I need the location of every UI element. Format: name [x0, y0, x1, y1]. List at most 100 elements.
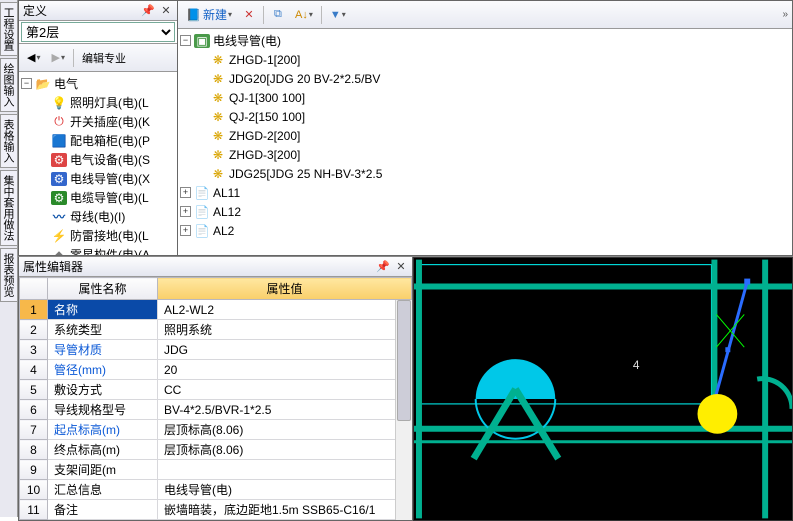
property-row[interactable]: 9支架间距(m	[20, 460, 412, 480]
property-value-cell[interactable]: 层顶标高(8.06)	[158, 440, 412, 460]
floor-select-row: 第2层	[19, 21, 177, 44]
expand-toggle[interactable]: −	[180, 35, 191, 46]
category-tree[interactable]: −📂电气💡照明灯具(电)(L⏻开关插座(电)(K🟦配电箱柜(电)(P⚙电气设备(…	[19, 72, 177, 255]
delete-button[interactable]: ✕	[238, 4, 260, 26]
switch-icon: ⏻	[51, 115, 67, 129]
filter-button[interactable]: ▼▾	[325, 4, 351, 26]
expand-toggle[interactable]: −	[21, 78, 32, 89]
property-value-cell[interactable]: BV-4*2.5/BVR-1*2.5	[158, 400, 412, 420]
floor-select[interactable]: 第2层	[21, 22, 175, 42]
property-value-cell[interactable]: JDG	[158, 340, 412, 360]
tree-item[interactable]: ❋ZHGD-2[200]	[180, 126, 792, 145]
tree-item[interactable]: −▣电线导管(电)	[180, 31, 792, 50]
nav-fwd-button[interactable]: ▶▾	[46, 47, 69, 69]
grid-scrollbar[interactable]	[395, 300, 412, 520]
property-row[interactable]: 4管径(mm)20	[20, 360, 412, 380]
tree-item[interactable]: ◆零星构件(电)(A	[21, 245, 177, 255]
close-icon[interactable]: ✕	[394, 260, 408, 274]
property-row[interactable]: 1名称AL2-WL2	[20, 300, 412, 320]
tree-item[interactable]: ❋ZHGD-3[200]	[180, 145, 792, 164]
tab-draw-input[interactable]: 绘图输入	[0, 58, 17, 112]
property-name-cell[interactable]: 系统类型	[48, 320, 158, 340]
tree-item[interactable]: −📂电气	[21, 74, 177, 93]
property-value-cell[interactable]: 20	[158, 360, 412, 380]
definition-toolbar: ◀▾ ▶▾ 编辑专业	[19, 44, 177, 72]
property-row[interactable]: 3导管材质JDG	[20, 340, 412, 360]
property-row[interactable]: 8终点标高(m)层顶标高(8.06)	[20, 440, 412, 460]
tree-item-label: JDG25[JDG 25 NH-BV-3*2.5	[229, 167, 382, 181]
tree-item[interactable]: ⚙电缆导管(电)(L	[21, 188, 177, 207]
tree-item-label: AL2	[213, 224, 234, 238]
sun-icon: ❋	[210, 53, 226, 67]
tree-item[interactable]: +📄AL12	[180, 202, 792, 221]
copy-button[interactable]: ⧉	[267, 4, 289, 26]
gear-red-icon: ⚙	[51, 153, 67, 167]
close-icon[interactable]: ✕	[159, 4, 173, 18]
sort-button[interactable]: A↓▾	[290, 4, 318, 26]
pin-icon[interactable]: 📌	[376, 260, 390, 274]
property-name-cell[interactable]: 导管材质	[48, 340, 158, 360]
new-button[interactable]: 📘新建▾	[181, 4, 237, 26]
pin-icon[interactable]: 📌	[141, 4, 155, 18]
tree-item[interactable]: ⚡防雷接地(电)(L	[21, 226, 177, 245]
toolbar-expand-icon[interactable]: »	[782, 9, 788, 20]
expand-toggle[interactable]: +	[180, 206, 191, 217]
property-grid[interactable]: 属性名称 属性值 1名称AL2-WL22系统类型照明系统3导管材质JDG4管径(…	[19, 277, 412, 520]
tree-item[interactable]: ⏻开关插座(电)(K	[21, 112, 177, 131]
row-number: 10	[20, 480, 48, 500]
expand-toggle[interactable]: +	[180, 187, 191, 198]
property-row[interactable]: 2系统类型照明系统	[20, 320, 412, 340]
property-value-cell[interactable]: 照明系统	[158, 320, 412, 340]
tree-item-label: 电线导管(电)(X	[70, 170, 150, 187]
property-row[interactable]: 6导线规格型号BV-4*2.5/BVR-1*2.5	[20, 400, 412, 420]
property-value-cell[interactable]	[158, 460, 412, 480]
row-number: 4	[20, 360, 48, 380]
property-grid-wrap: 属性名称 属性值 1名称AL2-WL22系统类型照明系统3导管材质JDG4管径(…	[19, 277, 412, 520]
property-name-cell[interactable]: 敷设方式	[48, 380, 158, 400]
property-name-cell[interactable]: 管径(mm)	[48, 360, 158, 380]
tree-item[interactable]: ❋JDG20[JDG 20 BV-2*2.5/BV	[180, 69, 792, 88]
property-value-cell[interactable]: CC	[158, 380, 412, 400]
tree-item-label: 零星构件(电)(A	[70, 246, 150, 255]
tab-report-preview[interactable]: 报表预览	[0, 248, 17, 302]
property-name-cell[interactable]: 汇总信息	[48, 480, 158, 500]
property-row[interactable]: 5敷设方式CC	[20, 380, 412, 400]
tree-item[interactable]: ❋QJ-1[300 100]	[180, 88, 792, 107]
tree-item-label: 电气	[54, 75, 78, 92]
tab-table-input[interactable]: 表格输入	[0, 114, 17, 168]
tree-item[interactable]: ❋ZHGD-1[200]	[180, 50, 792, 69]
left-vertical-tabs: 工程设置 绘图输入 表格输入 集中套用做法 报表预览	[0, 0, 18, 517]
expand-toggle[interactable]: +	[180, 225, 191, 236]
tree-item[interactable]: ⚙电线导管(电)(X	[21, 169, 177, 188]
property-name-cell[interactable]: 终点标高(m)	[48, 440, 158, 460]
bulb-icon: 💡	[51, 96, 67, 110]
property-value-cell[interactable]: AL2-WL2	[158, 300, 412, 320]
nav-back-button[interactable]: ◀▾	[22, 47, 45, 69]
value-header: 属性值	[158, 278, 412, 300]
tree-item[interactable]: ❋JDG25[JDG 25 NH-BV-3*2.5	[180, 164, 792, 183]
property-value-cell[interactable]: 层顶标高(8.06)	[158, 420, 412, 440]
rownum-header	[20, 278, 48, 300]
property-value-cell[interactable]: 电线导管(电)	[158, 480, 412, 500]
property-row[interactable]: 7起点标高(m)层顶标高(8.06)	[20, 420, 412, 440]
cad-canvas[interactable]: 4	[413, 257, 793, 521]
tree-item[interactable]: +📄AL2	[180, 221, 792, 240]
property-name-cell[interactable]: 导线规格型号	[48, 400, 158, 420]
property-name-cell[interactable]: 起点标高(m)	[48, 420, 158, 440]
component-tree[interactable]: −▣电线导管(电)❋ZHGD-1[200]❋JDG20[JDG 20 BV-2*…	[178, 29, 792, 255]
tree-item[interactable]: ⚙电气设备(电)(S	[21, 150, 177, 169]
property-name-cell[interactable]: 名称	[48, 300, 158, 320]
tree-item-label: 防雷接地(电)(L	[70, 227, 149, 244]
property-row[interactable]: 10汇总信息电线导管(电)	[20, 480, 412, 500]
property-name-cell[interactable]: 支架间距(m	[48, 460, 158, 480]
edit-major-button[interactable]: 编辑专业	[77, 47, 131, 69]
tree-item[interactable]: 〰母线(电)(I)	[21, 207, 177, 226]
tab-apply-rules[interactable]: 集中套用做法	[0, 170, 17, 246]
tree-item[interactable]: 💡照明灯具(电)(L	[21, 93, 177, 112]
sun-icon: ❋	[210, 148, 226, 162]
tab-project-settings[interactable]: 工程设置	[0, 2, 17, 56]
row-number: 8	[20, 440, 48, 460]
tree-item[interactable]: 🟦配电箱柜(电)(P	[21, 131, 177, 150]
tree-item[interactable]: ❋QJ-2[150 100]	[180, 107, 792, 126]
tree-item[interactable]: +📄AL11	[180, 183, 792, 202]
